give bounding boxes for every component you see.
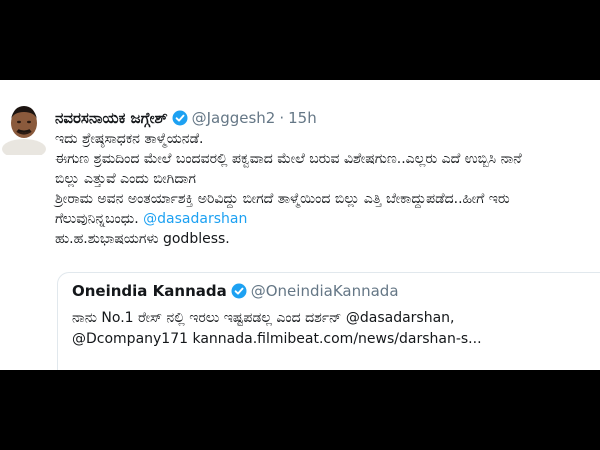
tweet-timestamp[interactable]: 15h — [288, 109, 317, 127]
quoted-line-1: ನಾನು No.1 ರೇಸ್ ನಲ್ಲಿ ಇರಲು ಇಷ್ಟಪಡಲ್ಲ ಎಂದ … — [72, 310, 455, 326]
avatar-image — [0, 103, 46, 155]
verified-badge-icon — [172, 110, 188, 126]
separator-dot: · — [279, 109, 285, 127]
quoted-author-handle[interactable]: @OneindiaKannada — [251, 282, 399, 300]
tweet-line-5: ಗೆಲುವುನಿನ್ನಬಂಧು. @dasadarshan — [55, 209, 595, 229]
author-name[interactable]: ನವರಸನಾಯಕ ಜಗ್ಗೇಶ್ — [55, 109, 168, 127]
author-handle[interactable]: @Jaggesh2 — [192, 109, 276, 127]
tweet-header: ನವರಸನಾಯಕ ಜಗ್ಗೇಶ್ @Jaggesh2 · 15h — [55, 108, 317, 128]
quoted-author-name[interactable]: Oneindia Kannada — [72, 282, 227, 300]
tweet-card[interactable]: ನವರಸನಾಯಕ ಜಗ್ಗೇಶ್ @Jaggesh2 · 15h ಇದು ಶ್ರ… — [0, 80, 600, 370]
verified-badge-icon — [231, 283, 247, 299]
tweet-line-3: ಬಿಲ್ಲು ಎತ್ತುವೆ ಎಂದು ಬೀಗಿದಾಗ — [55, 171, 196, 187]
tweet-line-4: ಶ್ರೀರಾಮ ಅವನ ಅಂತರ್ಯಾಶಕ್ತಿ ಅರಿವಿದ್ದು ಬೀಗದೆ… — [55, 191, 510, 207]
tweet-line-1: ಇದು ಶ್ರೇಷ್ಠಸಾಧಕನ ತಾಳ್ಮೆಯನಡೆ. — [55, 131, 204, 147]
quoted-line-2: @Dcompany171 kannada.filmibeat.com/news/… — [72, 331, 482, 347]
avatar[interactable] — [0, 103, 46, 155]
mention-link[interactable]: @dasadarshan — [143, 211, 247, 227]
tweet-line-2: ಈಗುಣ ಶ್ರಮದಿಂದ ಮೇಲೆ ಬಂದವರಲ್ಲಿ ಪಕ್ವವಾದ ಮೇಲ… — [55, 151, 522, 167]
quoted-tweet-text: ನಾನು No.1 ರೇಸ್ ನಲ್ಲಿ ಇರಲು ಇಷ್ಟಪಡಲ್ಲ ಎಂದ … — [72, 308, 592, 350]
quoted-tweet-header: Oneindia Kannada @OneindiaKannada — [72, 282, 399, 300]
tweet-text: ಇದು ಶ್ರೇಷ್ಠಸಾಧಕನ ತಾಳ್ಮೆಯನಡೆ. ಈಗುಣ ಶ್ರಮದಿ… — [55, 129, 595, 249]
tweet-line-6: ಹು.ಹ.ಶುಭಾಷಯಗಳು godbless. — [55, 231, 230, 247]
tweet-line-5-text: ಗೆಲುವುನಿನ್ನಬಂಧು. — [55, 211, 139, 227]
quoted-tweet-card[interactable]: Oneindia Kannada @OneindiaKannada ನಾನು N… — [57, 272, 600, 370]
